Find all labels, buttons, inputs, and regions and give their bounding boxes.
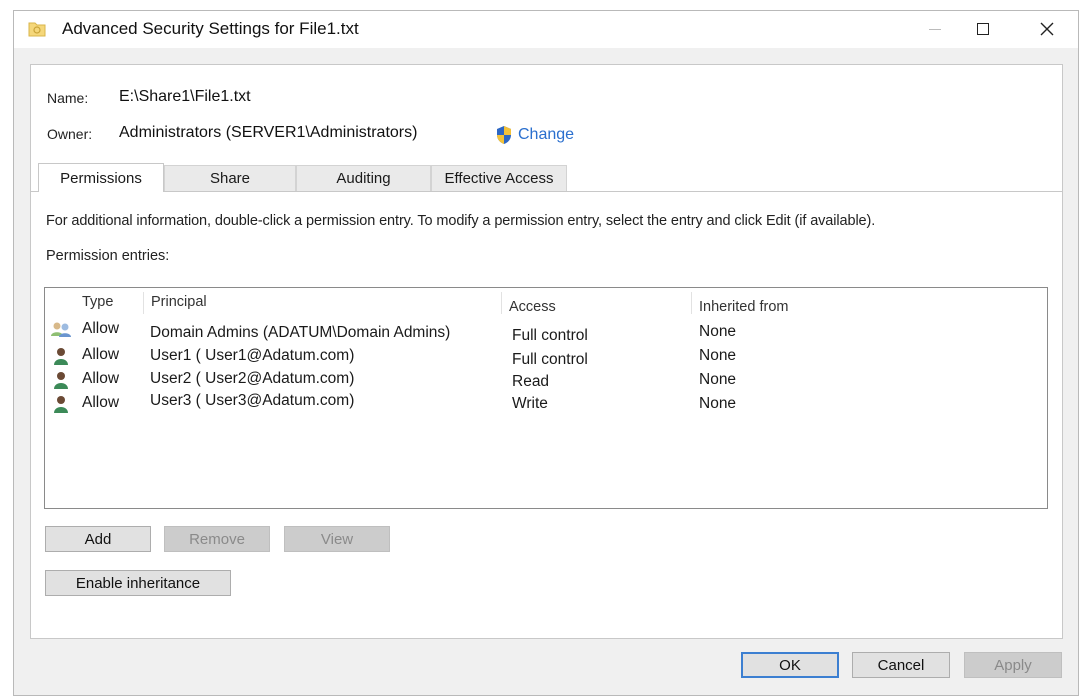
tab-effective-access[interactable]: Effective Access (431, 165, 567, 191)
view-button[interactable]: View (284, 526, 390, 552)
permission-entries-label: Permission entries: (46, 248, 170, 264)
inherited-from-cell: None (699, 371, 737, 388)
access-cell: Full control (512, 351, 588, 368)
column-header-type[interactable]: Type (82, 294, 113, 310)
advanced-security-settings-window: Advanced Security Settings for File1.txt… (13, 10, 1079, 696)
apply-button[interactable]: Apply (964, 652, 1062, 678)
column-separator[interactable] (501, 292, 502, 314)
access-cell: Full control (512, 327, 588, 344)
inherited-from-cell: None (699, 395, 737, 412)
owner-label: Owner: (47, 126, 93, 142)
minimize-button[interactable] (912, 11, 958, 47)
content-panel: Name: E:\Share1\File1.txt Owner: Adminis… (30, 64, 1063, 639)
column-separator[interactable] (143, 292, 144, 314)
folder-lock-icon (28, 22, 46, 37)
tab-auditing[interactable]: Auditing (296, 165, 431, 191)
user-icon (54, 372, 68, 389)
inherited-from-cell: None (699, 347, 737, 364)
user-icon (54, 348, 68, 365)
owner-value: Administrators (SERVER1\Administrators) (119, 124, 418, 141)
principal-cell: User1 ( User1@Adatum.com) (150, 347, 355, 364)
close-button[interactable] (1024, 11, 1070, 47)
name-value: E:\Share1\File1.txt (119, 88, 251, 105)
title-bar[interactable]: Advanced Security Settings for File1.txt (14, 11, 1078, 48)
permission-row[interactable]: Allow User1 ( User1@Adatum.com) Full con… (45, 346, 1047, 370)
type-cell: Allow (82, 346, 120, 363)
tab-share[interactable]: Share (164, 165, 296, 191)
column-header-access[interactable]: Access (509, 299, 556, 315)
principal-cell: Domain Admins (ADATUM\Domain Admins) (150, 324, 451, 341)
uac-shield-icon (497, 126, 511, 144)
permission-row[interactable]: Allow Domain Admins (ADATUM\Domain Admin… (45, 320, 1047, 344)
enable-inheritance-button[interactable]: Enable inheritance (45, 570, 231, 596)
change-owner-link[interactable]: Change (495, 125, 574, 145)
permission-entries-list[interactable]: Type Principal Access Inherited from All… (44, 287, 1048, 509)
info-text: For additional information, double-click… (46, 213, 876, 229)
principal-cell: User3 ( User3@Adatum.com) (150, 392, 355, 409)
column-header-principal[interactable]: Principal (151, 294, 207, 310)
maximize-button[interactable] (960, 11, 1006, 47)
permission-row[interactable]: Allow User3 ( User3@Adatum.com) Write No… (45, 392, 1047, 418)
close-icon (1040, 22, 1054, 36)
principal-cell: User2 ( User2@Adatum.com) (150, 370, 355, 387)
access-cell: Write (512, 395, 548, 412)
type-cell: Allow (82, 320, 120, 337)
type-cell: Allow (82, 394, 120, 411)
maximize-icon (977, 23, 989, 35)
type-cell: Allow (82, 370, 120, 387)
window-title: Advanced Security Settings for File1.txt (62, 19, 359, 38)
cancel-button[interactable]: Cancel (852, 652, 950, 678)
column-separator[interactable] (691, 292, 692, 314)
column-header-inherited-from[interactable]: Inherited from (699, 299, 788, 315)
ok-button[interactable]: OK (741, 652, 839, 678)
user-icon (54, 396, 68, 413)
inherited-from-cell: None (699, 323, 737, 340)
tab-strip: Permissions Share Auditing Effective Acc… (31, 163, 1062, 192)
change-label: Change (518, 126, 575, 143)
add-button[interactable]: Add (45, 526, 151, 552)
permission-row[interactable]: Allow User2 ( User2@Adatum.com) Read Non… (45, 370, 1047, 394)
access-cell: Read (512, 373, 550, 390)
remove-button[interactable]: Remove (164, 526, 270, 552)
group-icon (51, 322, 71, 337)
name-label: Name: (47, 90, 89, 106)
minimize-icon (929, 28, 941, 30)
tab-permissions[interactable]: Permissions (38, 163, 164, 192)
